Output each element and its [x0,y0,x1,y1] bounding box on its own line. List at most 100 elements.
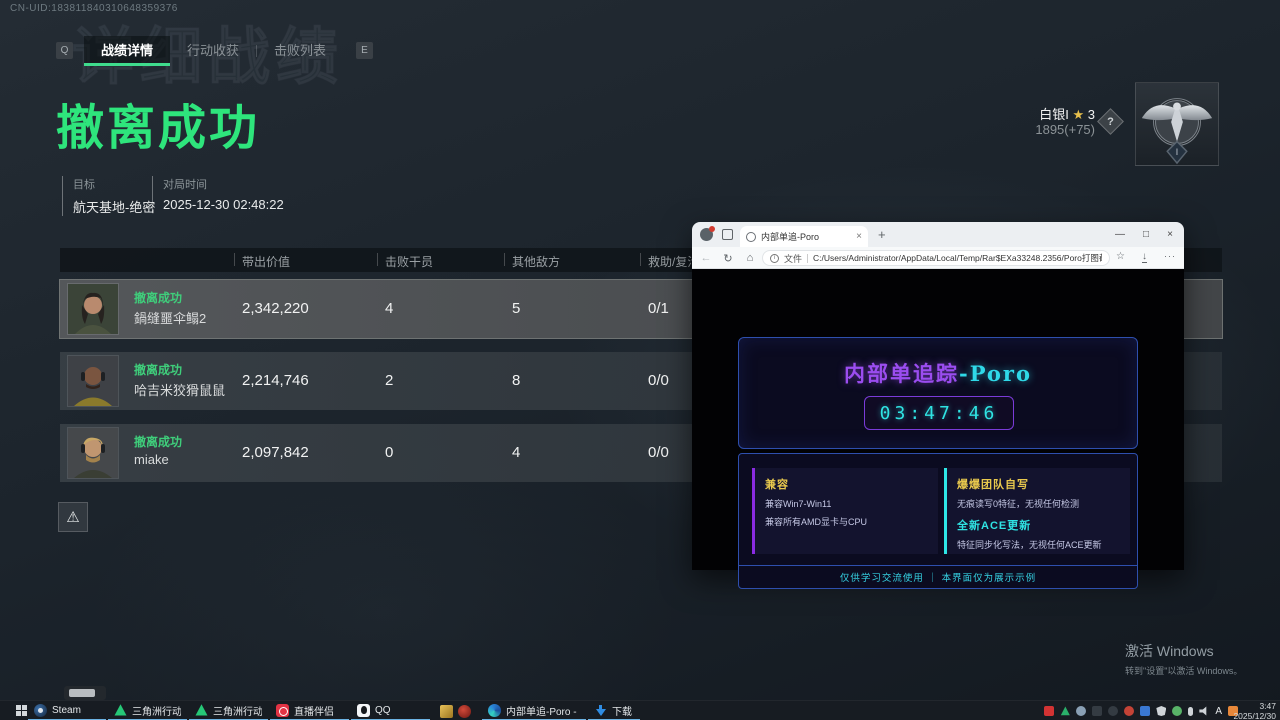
refresh-icon[interactable]: ↻ [720,250,736,266]
taskbar-delta-force-2[interactable]: 三角洲行动 [189,701,268,720]
new-tab-button[interactable]: + [878,227,886,242]
profile-avatar-icon[interactable] [700,228,713,241]
card-subtitle: 全新ACE更新 [957,517,1120,533]
maximize-button[interactable]: □ [1136,225,1156,243]
player-name: miake [134,452,169,467]
row-status: 撤离成功 [134,361,182,378]
taskbar-clock[interactable]: 3:47 2025/12/30 [1233,702,1276,720]
microphone-icon[interactable] [1188,707,1193,716]
tab-kill-list[interactable]: 击败列表 [257,36,343,66]
tray-icon-green[interactable] [1172,706,1182,716]
tab-battle-details[interactable]: 战绩详情 [84,36,170,66]
tab-close-icon[interactable]: × [856,231,862,242]
speaker-icon[interactable] [1199,706,1209,716]
extract-value: 2,342,220 [242,300,309,317]
taskbar-label: 内部单追-Poro - ... [506,703,580,718]
feature-card-team: 爆爆团队自写 无痕读写0特征，无视任何检测 全新ACE更新 特征同步化写法，无视… [944,468,1130,554]
emblem-level: I [1176,147,1178,157]
activate-line1: 激活 Windows [1125,641,1242,661]
minimize-button[interactable]: — [1110,225,1130,243]
objective-value: 航天基地-绝密 [73,197,155,216]
browser-tab-title: 内部单追-Poro [761,230,851,243]
rank-star-count: 3 [1088,107,1095,122]
edge-browser-icon [488,704,501,717]
start-button[interactable] [16,705,28,717]
card-line: 兼容所有AMD显卡与CPU [765,515,928,528]
other-enemies: 5 [512,300,520,317]
download-arrow-icon [594,704,607,717]
tray-icon-delta[interactable] [1060,706,1070,716]
report-warning-button[interactable]: ⚠ [58,502,88,532]
browser-toolbar: ← ↻ ⌂ i 文件 C:/Users/Administrator/AppDat… [692,247,1184,269]
taskbar-steam[interactable]: Steam [28,701,106,720]
objective-label: 目标 [73,176,155,192]
bookmark-star-icon[interactable]: ☆ [1116,251,1125,262]
ime-indicator[interactable]: A [1215,706,1222,717]
browser-tab[interactable]: 内部单追-Poro × [740,226,868,247]
column-separator [504,253,505,266]
taskbar-live-companion[interactable]: 直播伴侣 [270,701,349,720]
countdown-timer: 03:47:46 [864,396,1014,430]
rescue-revive: 0/0 [648,372,669,389]
other-enemies: 8 [512,372,520,389]
browser-titlebar[interactable]: 内部单追-Poro × + — □ × [692,222,1184,247]
taskbar-downloads[interactable]: 下载 [588,701,640,720]
row-status: 撤离成功 [134,289,182,306]
eagle-emblem-icon: I [1136,83,1218,165]
taskbar-edge-poro[interactable]: 内部单追-Poro - ... [482,701,586,720]
card-title: 兼容 [765,476,928,492]
tray-icon-redcircle[interactable] [1124,706,1134,716]
cheat-title: 内部单追踪-Poro [739,358,1137,388]
taskbar-label: 直播伴侣 [294,703,334,718]
card-line: 无痕读写0特征，无视任何检测 [957,497,1120,510]
tray-icon-shield[interactable] [1156,706,1166,716]
player-name: 哈吉米狡猾鼠鼠 [134,380,225,399]
ui-fragment [64,686,106,700]
objective-block: 目标 航天基地-绝密 [62,176,155,216]
page-info-icon[interactable]: i [770,254,779,263]
warning-icon: ⚠ [66,508,79,526]
extract-value: 2,097,842 [242,444,309,461]
tab-stack-icon[interactable] [722,229,733,240]
back-icon[interactable]: ← [698,250,714,266]
address-bar[interactable]: i 文件 C:/Users/Administrator/AppData/Loca… [762,250,1110,266]
tray-icon-red[interactable] [1044,706,1054,716]
column-separator [640,253,641,266]
player-uid: CN-UID:183811840310648359376 [10,3,178,14]
rescue-revive: 0/1 [648,300,669,317]
rank-star-icon: ★ [1072,107,1084,122]
rescue-revive: 0/0 [648,444,669,461]
taskbar-qq[interactable]: QQ [351,701,430,720]
gold-app-icon [440,705,453,718]
taskbar-pinned-icons[interactable] [434,701,478,720]
rank-help-button[interactable]: ? [1097,108,1124,135]
avatar [68,356,118,406]
downloads-icon[interactable]: ↓ [1142,251,1147,263]
activate-windows-watermark: 激活 Windows 转到"设置"以激活 Windows。 [1125,641,1242,677]
close-button[interactable]: × [1160,225,1180,243]
avatar [68,284,118,334]
taskbar-label: 三角洲行动 [132,703,181,718]
tray-icon-steam[interactable] [1076,706,1086,716]
cheat-header-panel: 内部单追踪-Poro 03:47:46 [738,337,1138,449]
card-title: 爆爆团队自写 [957,476,1120,492]
tray-icon-blue[interactable] [1140,706,1150,716]
column-separator [234,253,235,266]
taskbar-delta-force-1[interactable]: 三角洲行动 [108,701,187,720]
home-icon[interactable]: ⌂ [742,250,758,266]
windows-taskbar: Steam 三角洲行动 三角洲行动 直播伴侣 QQ 内部单追-Poro - ..… [0,700,1280,720]
tab-action-loot[interactable]: 行动收获 [170,36,256,66]
taskbar-label: Steam [52,705,81,716]
col-other-enemies: 其他敌方 [512,253,560,270]
clock-date: 2025/12/30 [1233,712,1276,720]
tray-icon-dark1[interactable] [1092,706,1102,716]
operators-killed: 4 [385,300,393,317]
ui-fragment-pill [69,689,95,697]
menu-more-icon[interactable]: ··· [1164,251,1176,261]
system-tray: A [1044,701,1238,720]
tray-icon-dark2[interactable] [1108,706,1118,716]
delta-force-icon [114,704,127,717]
cheat-title-main: 内部单追踪 [844,361,959,386]
browser-page: 内部单追踪-Poro 03:47:46 兼容 兼容Win7-Win11 兼容所有… [692,269,1184,570]
url-text: C:/Users/Administrator/AppData/Local/Tem… [813,252,1102,264]
